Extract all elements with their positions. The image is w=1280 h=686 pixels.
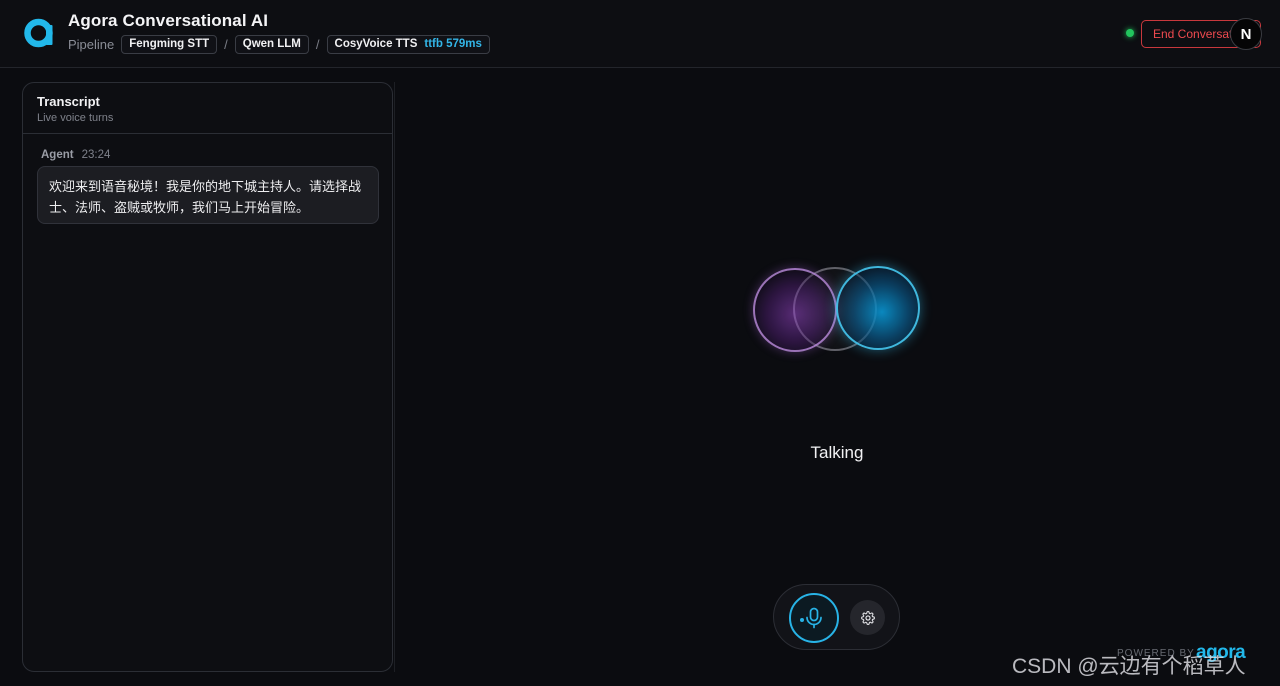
separator: / <box>224 36 228 52</box>
mic-activity-dot <box>800 618 804 622</box>
panel-divider <box>394 82 395 672</box>
agent-visualizer <box>750 262 925 360</box>
message-time: 23:24 <box>81 149 111 161</box>
pipeline-info: Pipeline Fengming STT / Qwen LLM / CosyV… <box>68 34 490 54</box>
message-meta: Agent 23:24 <box>41 149 110 161</box>
settings-button[interactable] <box>850 600 885 635</box>
message-bubble: 欢迎来到语音秘境！我是你的地下城主持人。请选择战士、法师、盗贼或牧师，我们马上开… <box>37 166 379 224</box>
microphone-icon <box>806 607 822 629</box>
transcript-panel: Transcript Live voice turns Agent 23:24 … <box>22 82 393 672</box>
llm-chip: Qwen LLM <box>234 34 309 54</box>
separator: / <box>315 36 320 52</box>
message-author: Agent <box>41 149 74 161</box>
tts-chip: CosyVoice TTS ttfb 579ms <box>326 34 490 54</box>
user-avatar[interactable]: N <box>1230 18 1262 50</box>
microphone-button[interactable] <box>789 593 839 643</box>
agora-logo-icon <box>24 18 53 48</box>
transcript-title: Transcript <box>37 94 100 109</box>
control-bar <box>773 584 900 650</box>
cyan-orb <box>836 266 920 350</box>
app-title: Agora Conversational AI <box>68 11 269 30</box>
pipeline-label: Pipeline <box>68 36 115 52</box>
gear-icon <box>860 610 875 625</box>
connection-status-dot <box>1126 29 1134 37</box>
transcript-subtitle: Live voice turns <box>37 112 114 124</box>
stt-chip: Fengming STT <box>121 34 218 54</box>
agent-state-label: Talking <box>810 443 864 462</box>
csdn-watermark: CSDN @云边有个稻草人 <box>1012 655 1246 678</box>
purple-orb <box>753 268 837 352</box>
ttfb-metric: ttfb 579ms <box>424 38 482 50</box>
top-header: Agora Conversational AI Pipeline Fengmin… <box>0 0 1280 68</box>
transcript-header: Transcript Live voice turns <box>23 83 392 134</box>
